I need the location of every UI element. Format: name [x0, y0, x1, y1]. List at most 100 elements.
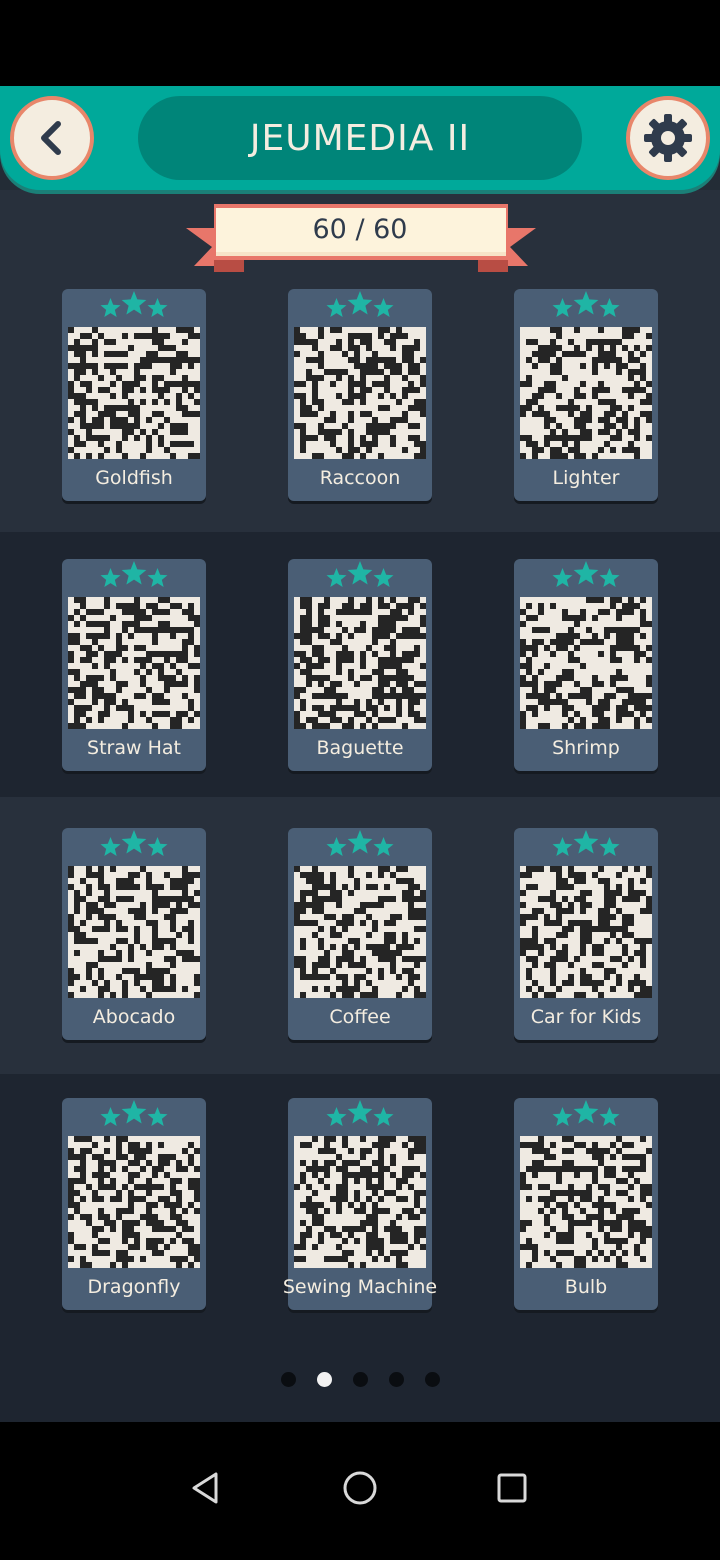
star-icon — [326, 837, 347, 862]
star-icon — [121, 830, 147, 860]
star-icon — [100, 298, 121, 323]
status-bar — [0, 0, 720, 86]
puzzle-card[interactable]: Car for Kids — [514, 828, 658, 1040]
puzzle-label: Raccoon — [319, 467, 401, 489]
star-icon — [573, 830, 599, 860]
star-icon — [326, 298, 347, 323]
puzzle-thumbnail — [520, 866, 652, 998]
puzzle-label: Car for Kids — [530, 1006, 642, 1028]
star-icon — [147, 837, 168, 862]
gear-icon — [644, 114, 692, 162]
nav-recents-button[interactable] — [482, 1458, 542, 1518]
page-indicator — [0, 1368, 720, 1390]
page-dot-2[interactable] — [316, 1371, 332, 1387]
page-dot-1[interactable] — [280, 1371, 296, 1387]
star-rating — [62, 291, 206, 323]
star-icon — [147, 568, 168, 593]
star-rating — [62, 1100, 206, 1132]
puzzle-thumbnail — [520, 597, 652, 729]
circle-home-icon — [343, 1471, 377, 1505]
puzzle-card[interactable]: Raccoon — [288, 289, 432, 501]
star-icon — [100, 837, 121, 862]
star-rating — [514, 561, 658, 593]
star-icon — [347, 561, 373, 591]
star-rating — [288, 561, 432, 593]
star-icon — [599, 298, 620, 323]
star-icon — [573, 291, 599, 321]
puzzle-thumbnail — [68, 866, 200, 998]
star-icon — [573, 561, 599, 591]
puzzle-thumbnail — [68, 597, 200, 729]
puzzle-card[interactable]: Baguette — [288, 559, 432, 771]
star-icon — [599, 837, 620, 862]
star-icon — [599, 1107, 620, 1132]
star-icon — [147, 298, 168, 323]
puzzle-card[interactable]: Bulb — [514, 1098, 658, 1310]
page-dot-5[interactable] — [424, 1371, 440, 1387]
page-title: JEUMEDIA II — [249, 117, 471, 159]
star-rating — [288, 830, 432, 862]
square-recents-icon — [497, 1473, 527, 1503]
puzzle-thumbnail — [520, 1136, 652, 1268]
puzzle-label: Straw Hat — [87, 737, 181, 759]
page-dot-4[interactable] — [388, 1371, 404, 1387]
star-icon — [552, 298, 573, 323]
page-dot-3[interactable] — [352, 1371, 368, 1387]
star-rating — [288, 1100, 432, 1132]
puzzle-card[interactable]: Lighter — [514, 289, 658, 501]
star-icon — [347, 1100, 373, 1130]
star-icon — [121, 291, 147, 321]
star-icon — [599, 568, 620, 593]
puzzle-thumbnail — [294, 327, 426, 459]
star-rating — [62, 830, 206, 862]
puzzle-card[interactable]: Dragonfly — [62, 1098, 206, 1310]
star-icon — [373, 1107, 394, 1132]
puzzle-thumbnail — [68, 327, 200, 459]
star-icon — [552, 568, 573, 593]
star-icon — [373, 298, 394, 323]
star-icon — [121, 1100, 147, 1130]
back-button[interactable] — [10, 96, 94, 180]
star-icon — [100, 568, 121, 593]
puzzle-card[interactable]: Shrimp — [514, 559, 658, 771]
puzzle-label: Coffee — [329, 1006, 391, 1028]
star-icon — [326, 568, 347, 593]
star-icon — [552, 837, 573, 862]
star-icon — [373, 568, 394, 593]
app-screen: JEUMEDIA II 60 / 60 Goldfish Raccoon Ligh — [0, 86, 720, 1422]
progress-counter: 60 / 60 — [312, 214, 408, 245]
star-rating — [62, 561, 206, 593]
star-rating — [514, 830, 658, 862]
puzzle-label: Shrimp — [552, 737, 620, 759]
star-icon — [347, 291, 373, 321]
nav-home-button[interactable] — [330, 1458, 390, 1518]
puzzle-card[interactable]: Straw Hat — [62, 559, 206, 771]
triangle-back-icon — [192, 1472, 218, 1504]
system-nav-bar — [0, 1422, 720, 1560]
nav-back-button[interactable] — [176, 1458, 236, 1518]
puzzle-label: Dragonfly — [87, 1276, 181, 1298]
star-icon — [147, 1107, 168, 1132]
title-pill: JEUMEDIA II — [138, 96, 582, 180]
star-icon — [552, 1107, 573, 1132]
star-icon — [100, 1107, 121, 1132]
puzzle-thumbnail — [294, 1136, 426, 1268]
star-icon — [326, 1107, 347, 1132]
star-rating — [514, 291, 658, 323]
header-bar: JEUMEDIA II — [0, 86, 720, 190]
star-rating — [514, 1100, 658, 1132]
star-icon — [373, 837, 394, 862]
puzzle-card[interactable]: Coffee — [288, 828, 432, 1040]
star-icon — [347, 830, 373, 860]
puzzle-card[interactable]: Sewing Machine — [283, 1098, 437, 1310]
star-rating — [288, 291, 432, 323]
settings-button[interactable] — [626, 96, 710, 180]
puzzle-thumbnail — [68, 1136, 200, 1268]
puzzle-label: Lighter — [552, 467, 620, 489]
puzzle-label: Baguette — [316, 737, 404, 759]
puzzle-thumbnail — [294, 597, 426, 729]
puzzle-thumbnail — [520, 327, 652, 459]
puzzle-card[interactable]: Abocado — [62, 828, 206, 1040]
puzzle-label: Sewing Machine — [282, 1276, 438, 1298]
puzzle-card[interactable]: Goldfish — [62, 289, 206, 501]
